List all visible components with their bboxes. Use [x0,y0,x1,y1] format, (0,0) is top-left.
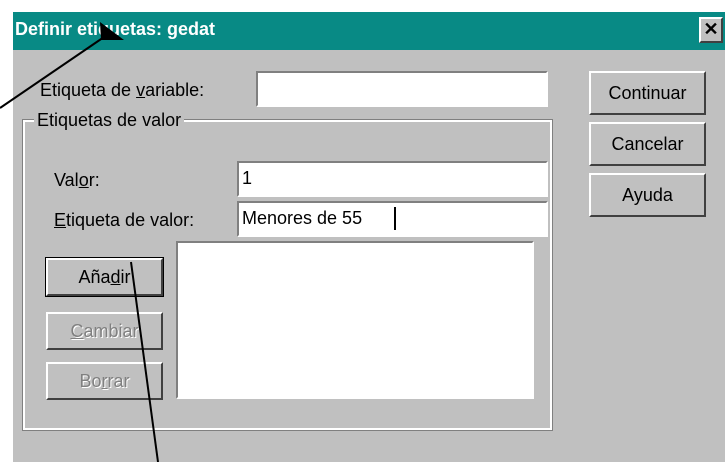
callout-line-title [0,34,108,109]
callout-line-add [130,261,159,462]
callout-overlay [0,22,396,462]
callout-arrow-head [100,22,124,40]
